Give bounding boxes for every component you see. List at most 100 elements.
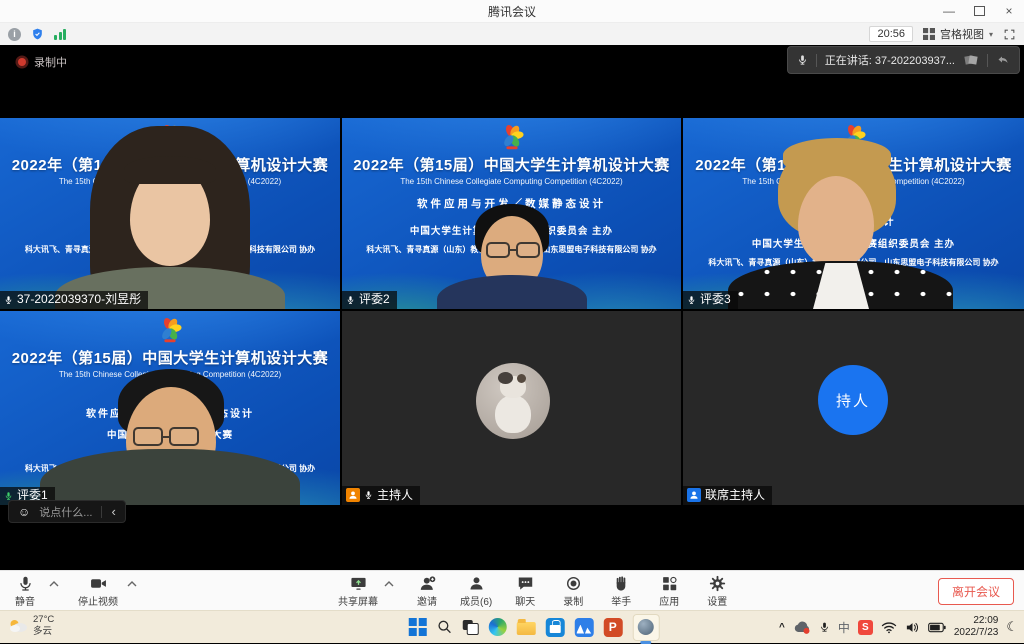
minimize-button[interactable]: — [934,0,964,22]
video-tile-host[interactable]: 主持人 [342,311,681,505]
meeting-info-icon[interactable]: i [8,28,21,41]
mute-button[interactable]: 静音 [10,575,40,608]
video-tile-judge3[interactable]: 2022年（第15届）中国大学生计算机设计大赛 The 15th Chinese… [683,118,1024,309]
settings-button[interactable]: 设置 [702,575,732,608]
edge-browser-icon[interactable] [488,618,506,636]
focus-assist-moon-icon[interactable]: ☾ [1006,619,1018,635]
taskbar-weather-widget[interactable]: 27°C 多云 [8,614,54,638]
record-button[interactable]: 录制 [558,575,588,608]
network-signal-icon[interactable] [54,28,66,40]
name-tag: 联席主持人 [683,486,772,505]
taskbar-app-icons: P [409,611,660,643]
avatar [476,363,550,439]
video-tile-judge2[interactable]: 2022年（第15届）中国大学生计算机设计大赛 The 15th Chinese… [342,118,681,309]
weather-temp: 27°C [33,614,54,626]
clock-time: 22:09 [973,615,998,628]
weather-cloud-sun-icon [8,618,28,633]
meeting-info-bar: i 20:56 宫格视图 ▾ [0,23,1024,45]
chat-bubble-icon [517,575,534,592]
video-grid: 2022年（第15届）中国大学生计算机设计大赛 The 15th Chinese… [0,118,1024,505]
collapse-chevron-icon[interactable]: ‹ [111,507,115,517]
participant-name: 主持人 [377,489,413,502]
meeting-toolbar: 静音 停止视频 共享屏幕 邀请 成员(6) [0,570,1024,610]
search-icon[interactable] [436,619,452,635]
maximize-button[interactable] [964,0,994,22]
task-view-icon[interactable] [462,620,478,635]
globe-icon [638,619,654,635]
microsoft-store-icon[interactable] [545,618,564,637]
view-label: 宫格视图 [940,26,984,42]
avatar: 持人 [818,365,888,435]
video-tile-judge1[interactable]: 2022年（第15届）中国大学生计算机设计大赛 The 15th Chinese… [0,311,340,505]
start-button[interactable] [409,618,427,636]
mic-icon [364,489,373,501]
meeting-stage: 录制中 正在讲话: 37-202203937... 2022年（第15届）中国大… [0,45,1024,570]
taskbar-clock[interactable]: 22:09 2022/7/23 [954,615,999,640]
window-title: 腾讯会议 [488,3,536,20]
emoji-icon[interactable]: ☺ [18,505,30,519]
name-tag: 37-2022039370-刘昱彤 [0,291,148,309]
mic-options-chevron-icon[interactable] [49,581,59,587]
volume-icon[interactable] [905,621,920,634]
meeting-duration: 20:56 [869,26,913,42]
active-app-icon[interactable] [632,614,659,641]
chat-input[interactable]: 说点什么... [39,504,92,520]
mic-icon [797,53,808,67]
grid-view-icon [923,28,935,40]
members-button[interactable]: 成员(6) [460,575,492,608]
fullscreen-icon[interactable] [1003,28,1016,41]
layout-view-switch[interactable]: 宫格视图 ▾ [923,26,993,42]
reply-arrow-icon[interactable] [996,54,1010,66]
close-button[interactable]: × [994,0,1024,22]
layout-preview-icon[interactable] [963,53,979,67]
recording-indicator: 录制中 [18,54,67,70]
tray-mic-icon[interactable] [819,620,830,634]
powerpoint-icon[interactable]: P [603,618,622,637]
hand-icon [613,575,630,592]
active-speaker-banner: 正在讲话: 37-202203937... [787,46,1020,74]
ime-language-icon[interactable]: 中 [838,619,850,636]
host-badge-icon [346,488,360,502]
wifi-icon[interactable] [881,621,897,634]
apps-button[interactable]: 应用 [654,575,684,608]
battery-icon[interactable] [928,622,946,633]
file-explorer-icon[interactable] [516,622,535,635]
security-shield-icon[interactable] [31,27,44,41]
video-tile-cohost[interactable]: 持人 联席主持人 [683,311,1024,505]
participant-video [0,311,340,505]
stop-video-button[interactable]: 停止视频 [78,575,118,608]
system-tray: ^ 中 S 22:09 2022/7/23 ☾ [779,611,1018,643]
invite-button[interactable]: 邀请 [412,575,442,608]
share-options-chevron-icon[interactable] [384,581,394,587]
window-controls: — × [934,0,1024,22]
record-icon [565,575,582,592]
leave-meeting-button[interactable]: 离开会议 [938,578,1014,605]
windows-taskbar: 27°C 多云 P ^ 中 S 22:09 202 [0,610,1024,643]
name-tag: 评委3 [683,291,738,309]
camera-icon [89,575,108,592]
tencent-meeting-window: 腾讯会议 — × i 20:56 宫格视图 ▾ 录制中 [0,0,1024,640]
sogou-input-icon[interactable]: S [858,620,873,635]
participant-name: 评委3 [700,293,731,306]
share-screen-icon [349,575,368,592]
gear-icon [709,575,726,592]
mic-icon [17,575,34,592]
quick-chat-bar: ☺ 说点什么... ‹ [8,500,126,523]
invite-person-icon [419,575,436,592]
apps-grid-icon [661,575,678,592]
tencent-meeting-app-icon[interactable] [574,618,593,637]
raise-hand-button[interactable]: 举手 [606,575,636,608]
video-options-chevron-icon[interactable] [127,581,137,587]
video-tile-liuyutong[interactable]: 2022年（第15届）中国大学生计算机设计大赛 The 15th Chinese… [0,118,340,309]
members-icon [468,575,485,592]
weather-desc: 多云 [33,626,54,638]
name-tag: 主持人 [342,486,420,505]
chat-button[interactable]: 聊天 [510,575,540,608]
cloud-sync-icon[interactable] [793,620,811,635]
mic-icon [687,294,696,306]
mic-icon [4,294,13,306]
chevron-down-icon: ▾ [989,30,993,39]
participant-video [683,118,1024,309]
share-screen-button[interactable]: 共享屏幕 [338,575,378,608]
tray-overflow-chevron-icon[interactable]: ^ [779,622,785,633]
